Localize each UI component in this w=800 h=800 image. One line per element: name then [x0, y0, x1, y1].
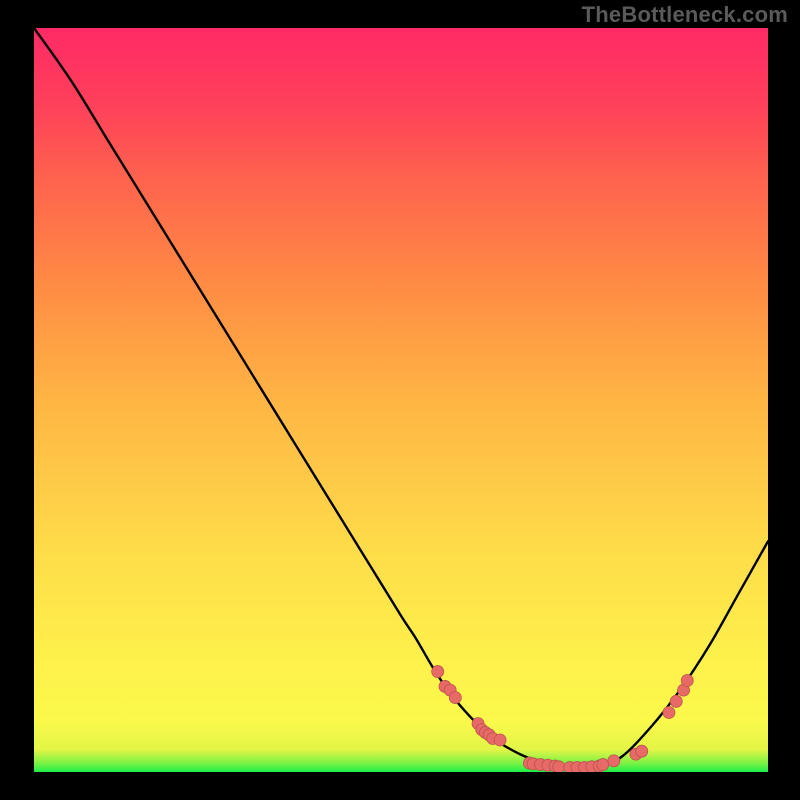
data-marker — [663, 706, 675, 718]
data-marker — [670, 695, 682, 707]
chart-svg — [34, 28, 768, 772]
data-marker — [494, 734, 506, 746]
chart-plot-area — [34, 28, 768, 772]
data-marker — [449, 692, 461, 704]
watermark-text: TheBottleneck.com — [582, 2, 788, 28]
data-marker — [432, 666, 444, 678]
data-marker — [681, 674, 693, 686]
data-marker — [608, 755, 620, 767]
data-marker — [597, 759, 609, 771]
chart-viewport: TheBottleneck.com — [0, 0, 800, 800]
bottleneck-curve — [34, 28, 768, 768]
data-marker — [553, 761, 565, 772]
data-marker — [636, 745, 648, 757]
